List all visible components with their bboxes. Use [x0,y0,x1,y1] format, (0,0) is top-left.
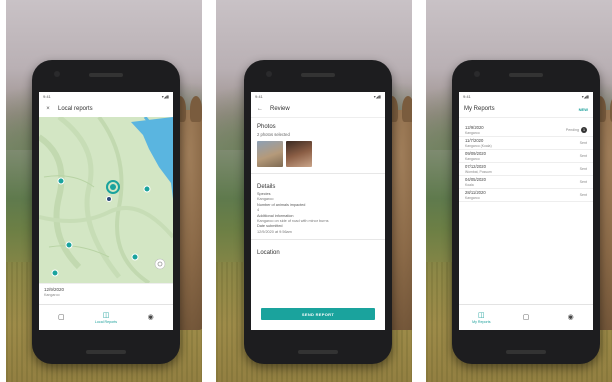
photo-thumbnail[interactable] [286,141,312,167]
reports-map[interactable] [39,117,173,283]
status-time: 9:41 [43,94,51,99]
status-bar: 9:41 ▾◢▮ [39,92,173,101]
page-title: Local reports [58,106,93,112]
divider [251,239,385,241]
send-report-button[interactable]: SEND REPORT [261,308,375,320]
nav-item-local-reports[interactable]: ◫ Local Reports [84,305,129,330]
selected-report-summary[interactable]: 12/9/2020 Kangaroo [39,283,173,305]
nav-item-map[interactable]: ▢ [39,305,84,330]
status-time: 9:41 [255,94,263,99]
map-canvas [39,117,173,283]
map-icon: ▢ [58,313,65,321]
report-date: 09/09/2020 [465,151,486,156]
status-icons: ▾◢▮ [581,94,589,99]
page-title: My Reports [464,106,495,112]
status-bar: 9:41 ▾◢▮ [251,92,385,101]
back-arrow-icon[interactable]: ← [256,106,264,112]
status-icons: ▾◢▮ [161,94,169,99]
report-species: Wombat, Possum [465,170,492,174]
report-row[interactable]: 12/9/2020 Kangaroo Pending 1 [459,124,593,137]
close-icon[interactable]: × [44,106,52,112]
report-species: Kangaroo (Koala) [465,144,492,148]
report-row[interactable]: 07/12/2020 Wombat, Possum Sent [459,163,593,176]
report-row[interactable]: 04/05/2020 Koala Sent [459,176,593,189]
report-species: Kangaroo [465,131,480,135]
speaker-grille [89,73,123,77]
camera-icon [266,71,272,77]
report-status: Sent [579,193,587,197]
profile-icon: ◉ [147,313,154,321]
bottom-nav: ◫ My Reports ▢ ◉ [459,304,593,330]
app-bar: × Local reports [39,101,173,118]
detail-line: 12/9/2020 at 9:56am [257,229,292,234]
report-status: Sent [579,141,587,145]
speaker-grille [301,73,335,77]
report-status: Sent [579,154,587,158]
status-icons: ▾◢▮ [373,94,381,99]
app-screen: 9:41 ▾◢▮ × Local reports 12/9/2020 Kanga… [39,92,173,330]
status-time: 9:41 [463,94,471,99]
pending-label: Pending [565,128,579,132]
report-date: 12/9/2020 [44,287,65,292]
phone-frame: 9:41 ▾◢▮ × Local reports 12/9/2020 Kanga… [32,60,180,364]
nav-label: Local Reports [94,319,118,324]
bottom-nav: ▢ ◫ Local Reports ◉ [39,304,173,330]
app-bar: ← Review [251,101,385,118]
nav-item-map[interactable]: ▢ [504,305,549,330]
nav-label: My Reports [472,319,491,324]
phone-frame: 9:41 ▾◢▮ ← Review Photos 2 photos select… [244,60,392,364]
reports-icon: ◫ [102,311,110,319]
phone-frame: 9:41 ▾◢▮ My Reports NEW 12/9/2020 Kangaro… [452,60,600,364]
report-row[interactable]: 28/11/2020 Kangaroo Sent [459,189,593,202]
photos-heading: Photos [257,124,276,130]
report-row[interactable]: 09/09/2020 Kangaroo Sent [459,150,593,163]
pending-count-badge: 1 [581,127,587,133]
report-species: Kangaroo [465,157,480,161]
photo-thumbnails [251,139,385,169]
divider [251,173,385,174]
page-title: Review [270,106,290,112]
speaker-grille [509,73,543,77]
app-screen: 9:41 ▾◢▮ ← Review Photos 2 photos select… [251,92,385,330]
report-species: Kangaroo [465,196,480,200]
app-screen: 9:41 ▾◢▮ My Reports NEW 12/9/2020 Kangaro… [459,92,593,330]
map-icon: ▢ [522,313,530,321]
camera-icon [474,71,480,77]
details-heading: Details [257,184,276,190]
camera-icon [54,71,60,77]
photos-subtitle: 2 photos selected [257,132,290,137]
report-row[interactable]: 11/7/2020 Kangaroo (Koala) Sent [459,137,593,150]
photo-thumbnail[interactable] [257,141,283,167]
location-heading: Location [257,250,280,257]
report-status: Sent [579,167,587,171]
screenshot-panel-my-reports: 9:41 ▾◢▮ My Reports NEW 12/9/2020 Kangaro… [426,0,612,382]
report-date: 28/11/2020 [465,190,486,195]
nav-item-profile[interactable]: ◉ [128,305,173,330]
report-species: Kangaroo [44,293,60,297]
reports-icon: ◫ [478,311,485,319]
new-report-button[interactable]: NEW [579,107,588,112]
phone-chin [86,350,126,354]
screenshot-panel-local-reports: 9:41 ▾◢▮ × Local reports 12/9/2020 Kanga… [6,0,202,382]
app-bar: My Reports NEW [459,101,593,118]
report-date: 07/12/2020 [465,164,486,169]
report-species: Koala [465,183,474,187]
report-date: 04/05/2020 [465,177,486,182]
phone-chin [298,350,338,354]
nav-item-profile[interactable]: ◉ [548,305,593,330]
screenshot-panel-review: 9:41 ▾◢▮ ← Review Photos 2 photos select… [216,0,412,382]
status-bar: 9:41 ▾◢▮ [459,92,593,101]
profile-icon: ◉ [567,313,574,321]
phone-chin [506,350,546,354]
report-status: Sent [579,180,587,184]
nav-item-my-reports[interactable]: ◫ My Reports [459,305,504,330]
report-date: 11/7/2020 [465,138,484,143]
report-date: 12/9/2020 [465,125,484,130]
